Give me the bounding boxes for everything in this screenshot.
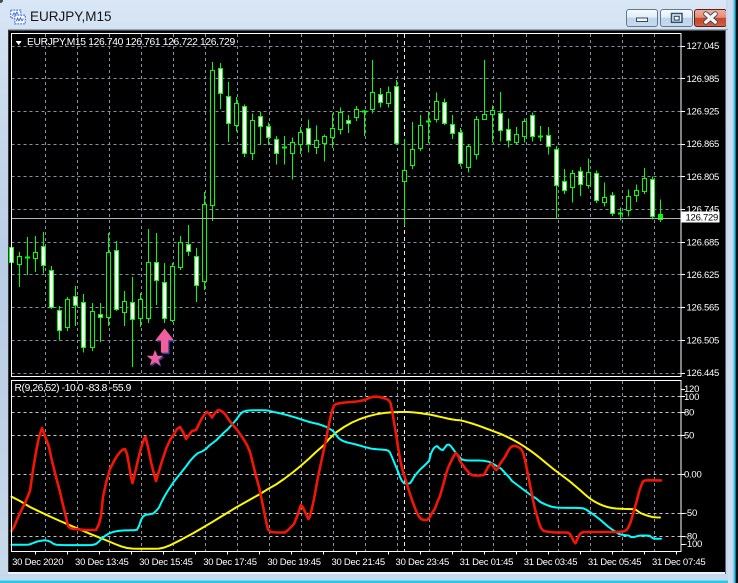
svg-text:30 Dec 13:45: 30 Dec 13:45 [75, 557, 129, 568]
svg-text:126.445: 126.445 [687, 368, 720, 379]
svg-text:126.505: 126.505 [687, 335, 720, 346]
svg-text:30 Dec 15:45: 30 Dec 15:45 [139, 557, 193, 568]
svg-text:-100: -100 [684, 539, 702, 550]
svg-text:100: 100 [684, 392, 699, 403]
svg-text:31 Dec 05:45: 31 Dec 05:45 [588, 557, 642, 568]
svg-text:80: 80 [684, 408, 694, 419]
svg-text:126.805: 126.805 [687, 172, 720, 183]
svg-text:30 Dec 19:45: 30 Dec 19:45 [267, 557, 321, 568]
svg-text:EURJPY,M15 126.740 126.761 126: EURJPY,M15 126.740 126.761 126.722 126.7… [27, 37, 235, 48]
svg-text:126.729: 126.729 [686, 213, 719, 224]
svg-text:126.565: 126.565 [687, 303, 720, 314]
svg-text:30 Dec 17:45: 30 Dec 17:45 [203, 557, 257, 568]
svg-text:31 Dec 07:45: 31 Dec 07:45 [652, 557, 706, 568]
svg-text:127.045: 127.045 [687, 41, 720, 52]
svg-text:126.985: 126.985 [687, 74, 720, 85]
svg-text:50: 50 [684, 431, 694, 442]
svg-text:126.685: 126.685 [687, 237, 720, 248]
svg-text:30 Dec 23:45: 30 Dec 23:45 [396, 557, 450, 568]
svg-text:0.00: 0.00 [684, 469, 702, 480]
svg-text:30 Dec 21:45: 30 Dec 21:45 [331, 557, 385, 568]
svg-text:-50: -50 [684, 508, 697, 519]
svg-text:30 Dec 2020: 30 Dec 2020 [12, 557, 63, 568]
svg-text:126.625: 126.625 [687, 270, 720, 281]
svg-text:R(9,26,52) -10.0 -83.8 -55.9: R(9,26,52) -10.0 -83.8 -55.9 [15, 383, 132, 394]
svg-text:126.925: 126.925 [687, 107, 720, 118]
svg-text:31 Dec 03:45: 31 Dec 03:45 [524, 557, 578, 568]
svg-text:126.865: 126.865 [687, 139, 720, 150]
svg-text:31 Dec 01:45: 31 Dec 01:45 [460, 557, 514, 568]
